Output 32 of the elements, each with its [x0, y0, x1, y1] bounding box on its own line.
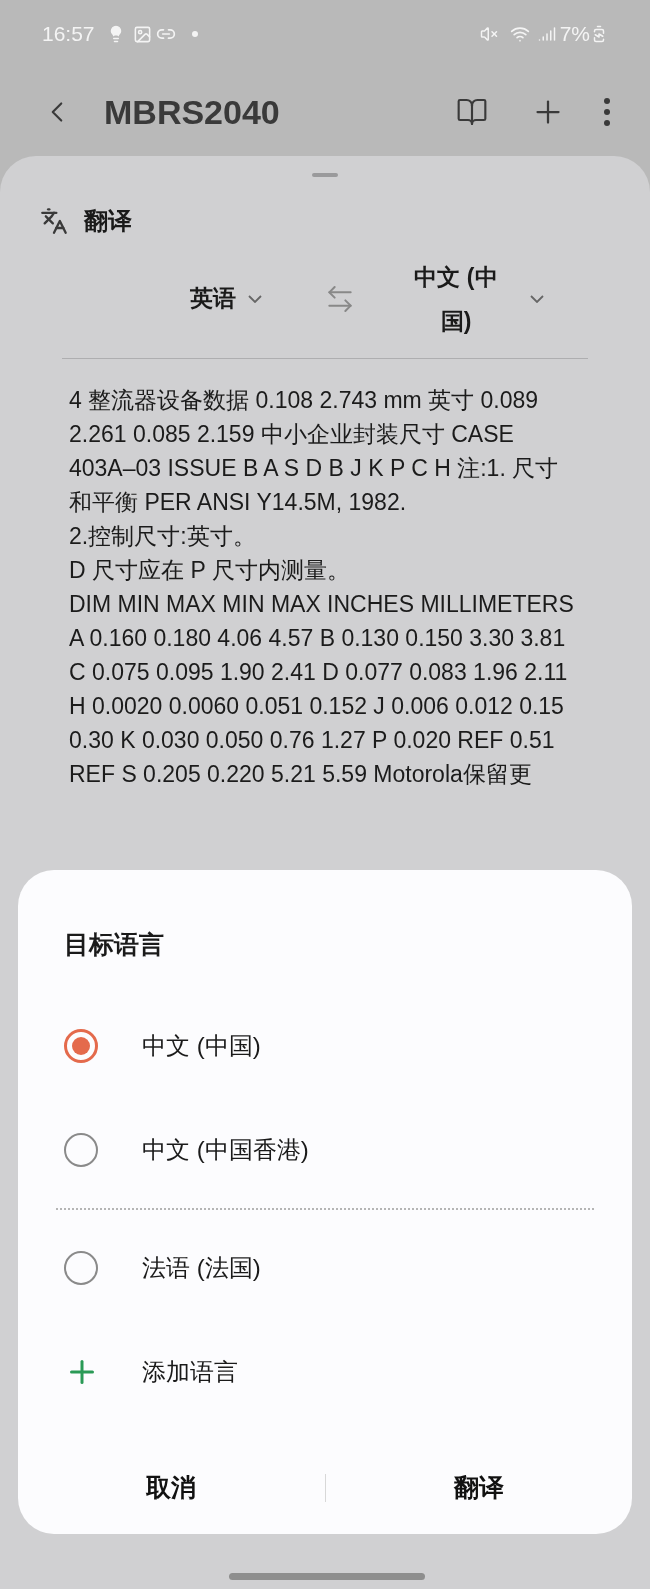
- page-title: MBRS2040: [104, 91, 280, 133]
- translate-button[interactable]: 翻译: [325, 1457, 632, 1518]
- radio-button[interactable]: [64, 1028, 98, 1063]
- wifi-icon: [509, 24, 530, 44]
- add-language-button[interactable]: 添加语言: [64, 1319, 586, 1424]
- chevron-down-icon: [530, 294, 544, 303]
- battery-level: 7%: [559, 21, 590, 48]
- translated-text: DIM MIN MAX MIN MAX INCHES MILLIMETERS A 0.160 0.180 4.06 4.57 B 0.130 0.150 3.30 3.81 C 0.075 0.095 1.90 2.41 D 0.077 0.083 1.96 2.11 H 0.0020 0.0060 0.051 0.152 J 0.006 0.012 0.15 0.30 K 0.030 0.050 0.76 1.27 P 0.020 REF 0.51 REF S 0.205 0.220 5.21 5.59 Motorola保留更: [69, 590, 574, 789]
- radio-button[interactable]: [64, 1132, 98, 1167]
- image-icon: [132, 24, 152, 44]
- dialog-title: 目标语言: [64, 929, 164, 960]
- chevron-down-icon: [248, 294, 262, 303]
- book-icon: [456, 96, 488, 128]
- cancel-button[interactable]: 取消: [18, 1457, 325, 1518]
- language-option[interactable]: 中文 (中国香港): [64, 1097, 586, 1202]
- language-option[interactable]: 中文 (中国): [64, 993, 586, 1098]
- translate-icon: [40, 207, 68, 235]
- radio-button[interactable]: [64, 1250, 98, 1285]
- more-button[interactable]: [604, 98, 610, 126]
- more-icon: [604, 98, 610, 126]
- language-option[interactable]: 法语 (法国): [64, 1215, 586, 1320]
- clock: 16:57: [42, 21, 95, 48]
- source-language-dropdown[interactable]: 英语: [62, 281, 262, 316]
- mute-icon: [479, 25, 498, 43]
- signal-icon: [537, 25, 556, 43]
- translated-text: 4 整流器设备数据 0.108 2.743 mm 英寸 0.089 2.261 0.085 2.159 中小企业封装尺寸 CASE 403A–03 ISSUE B A S D B J K P C H 注:1. 尺寸和平衡 PER ANSI Y14.5M, 1982.: [69, 386, 560, 517]
- translated-text: 2.控制尺寸:英寸。: [69, 522, 257, 551]
- drag-handle[interactable]: [312, 173, 338, 177]
- target-language-dropdown[interactable]: 中文 (中国): [406, 254, 544, 343]
- sheet-title: 翻译: [84, 206, 132, 236]
- book-button[interactable]: [456, 96, 488, 128]
- translated-text: D 尺寸应在 P 尺寸内测量。: [69, 556, 351, 585]
